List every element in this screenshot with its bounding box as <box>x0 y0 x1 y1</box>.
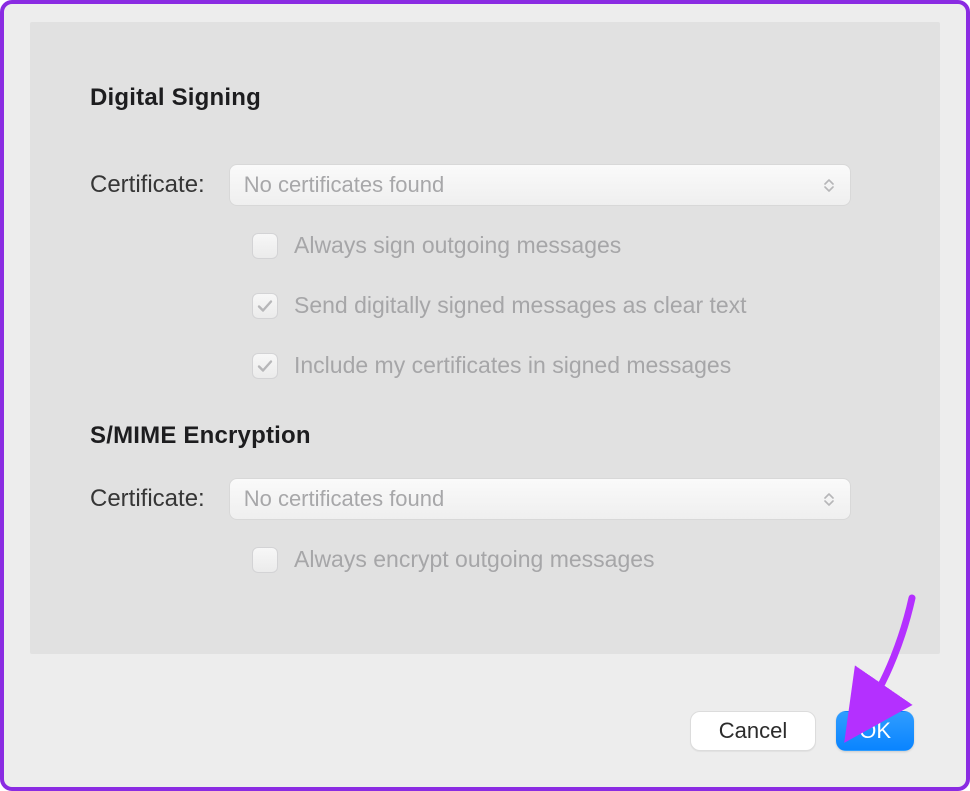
settings-panel: Digital Signing Certificate: No certific… <box>30 22 940 654</box>
always-encrypt-option: Always encrypt outgoing messages <box>252 546 655 573</box>
encryption-certificate-value: No certificates found <box>244 486 822 512</box>
clear-text-checkbox[interactable] <box>252 293 278 319</box>
always-sign-checkbox[interactable] <box>252 233 278 259</box>
cancel-button[interactable]: Cancel <box>690 711 816 751</box>
always-encrypt-label: Always encrypt outgoing messages <box>294 546 655 573</box>
signing-certificate-label: Certificate: <box>90 171 205 199</box>
dialog-button-row: Cancel OK <box>690 711 914 751</box>
include-certs-checkbox[interactable] <box>252 353 278 379</box>
signing-certificate-row: Certificate: No certificates found <box>90 164 851 206</box>
clear-text-label: Send digitally signed messages as clear … <box>294 292 747 319</box>
always-sign-option: Always sign outgoing messages <box>252 232 621 259</box>
updown-chevron-icon <box>822 174 836 196</box>
digital-signing-heading: Digital Signing <box>90 84 261 112</box>
ok-button[interactable]: OK <box>836 711 914 751</box>
always-encrypt-checkbox[interactable] <box>252 547 278 573</box>
signing-certificate-select[interactable]: No certificates found <box>229 164 851 206</box>
signing-certificate-value: No certificates found <box>244 172 822 198</box>
encryption-certificate-select[interactable]: No certificates found <box>229 478 851 520</box>
encryption-certificate-label: Certificate: <box>90 485 205 513</box>
include-certs-option: Include my certificates in signed messag… <box>252 352 731 379</box>
dialog-window: Digital Signing Certificate: No certific… <box>0 0 970 791</box>
clear-text-option: Send digitally signed messages as clear … <box>252 292 747 319</box>
smime-encryption-heading: S/MIME Encryption <box>90 422 311 450</box>
always-sign-label: Always sign outgoing messages <box>294 232 621 259</box>
encryption-certificate-row: Certificate: No certificates found <box>90 478 851 520</box>
updown-chevron-icon <box>822 488 836 510</box>
include-certs-label: Include my certificates in signed messag… <box>294 352 731 379</box>
